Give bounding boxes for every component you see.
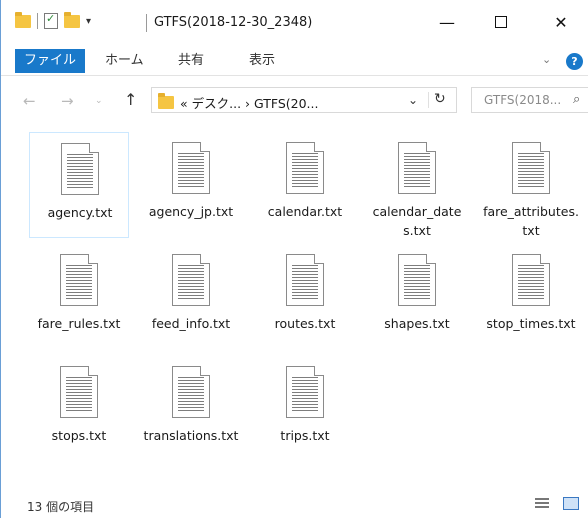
text-file-icon — [512, 142, 550, 194]
text-lines — [518, 153, 544, 189]
minimize-button[interactable]: — — [427, 6, 467, 38]
text-lines — [292, 153, 318, 189]
tab-file[interactable]: ファイル — [15, 49, 86, 73]
text-file-icon — [60, 254, 98, 306]
text-file-icon — [60, 366, 98, 418]
title-bar: ▾ GTFS(2018-12-30_2348) — ✕ — [1, 0, 588, 46]
text-file-icon — [512, 254, 550, 306]
new-folder-icon[interactable] — [64, 11, 80, 28]
file-item[interactable]: shapes.txt — [367, 244, 467, 350]
explorer-window: ▾ GTFS(2018-12-30_2348) — ✕ ファイル ホーム 共有 … — [0, 0, 588, 518]
file-name: routes.txt — [274, 316, 336, 331]
tab-view[interactable]: 表示 — [239, 49, 285, 73]
file-list-view: agency.txt agency_jp.txt calendar.txt calen… — [1, 126, 588, 486]
tab-home[interactable]: ホーム — [95, 49, 154, 73]
title-separator — [146, 14, 147, 32]
file-name: agency.txt — [47, 205, 113, 220]
file-name: fare_attributes.txt — [483, 204, 579, 238]
file-item[interactable]: agency_jp.txt — [141, 132, 241, 238]
help-icon[interactable]: ? — [566, 53, 583, 70]
file-item[interactable]: routes.txt — [255, 244, 355, 350]
file-name: calendar_dates.txt — [372, 204, 462, 238]
close-icon: ✕ — [554, 12, 568, 32]
text-lines — [178, 265, 204, 301]
address-divider — [428, 92, 429, 108]
maximize-icon — [495, 16, 507, 28]
search-icon: ⌕ — [573, 92, 581, 107]
text-file-icon — [172, 366, 210, 418]
file-name: calendar.txt — [267, 204, 343, 219]
close-button[interactable]: ✕ — [541, 6, 581, 38]
file-name: fare_rules.txt — [37, 316, 121, 331]
file-name: stop_times.txt — [486, 316, 576, 331]
file-item[interactable]: stops.txt — [29, 356, 129, 462]
search-placeholder: GTFS(2018... — [484, 93, 562, 107]
folder-icon[interactable] — [15, 11, 31, 28]
minimize-icon: — — [439, 12, 455, 32]
folder-icon — [158, 93, 174, 109]
file-name: shapes.txt — [384, 316, 450, 331]
text-file-icon — [286, 366, 324, 418]
customize-toolbar-dropdown[interactable]: ▾ — [86, 16, 91, 27]
file-item[interactable]: agency.txt — [29, 132, 129, 238]
text-file-icon — [172, 254, 210, 306]
text-lines — [518, 265, 544, 301]
refresh-icon[interactable]: ↻ — [434, 91, 446, 107]
file-name: translations.txt — [143, 428, 239, 443]
file-item[interactable]: calendar_dates.txt — [367, 132, 467, 238]
toolbar-separator — [37, 13, 38, 29]
text-file-icon — [61, 143, 99, 195]
file-name: agency_jp.txt — [148, 204, 234, 219]
text-file-icon — [286, 254, 324, 306]
expand-ribbon-icon[interactable]: ⌄ — [542, 53, 551, 66]
text-lines — [67, 154, 93, 190]
window-title: GTFS(2018-12-30_2348) — [154, 15, 313, 30]
ribbon-tabs: ファイル ホーム 共有 表示 ⌄ ? — [1, 46, 588, 76]
up-arrow-icon[interactable]: ↑ — [124, 90, 137, 109]
text-lines — [292, 377, 318, 413]
tab-share[interactable]: 共有 — [168, 49, 214, 73]
text-lines — [66, 265, 92, 301]
text-lines — [178, 377, 204, 413]
address-bar[interactable]: « デスク... › GTFS(20... ⌄ ↻ — [151, 87, 457, 113]
text-file-icon — [286, 142, 324, 194]
navigation-bar: ← → ⌄ ↑ « デスク... › GTFS(20... ⌄ ↻ GTFS(2… — [1, 76, 588, 126]
file-item[interactable]: fare_attributes.txt — [481, 132, 581, 238]
file-item[interactable]: fare_rules.txt — [29, 244, 129, 350]
file-item[interactable]: stop_times.txt — [481, 244, 581, 350]
maximize-button[interactable] — [481, 6, 521, 38]
recent-locations-icon[interactable]: ⌄ — [95, 96, 103, 106]
file-name: feed_info.txt — [151, 316, 231, 331]
file-item[interactable]: translations.txt — [141, 356, 241, 462]
quick-access-toolbar: ▾ — [15, 11, 91, 29]
text-lines — [404, 153, 430, 189]
text-file-icon — [398, 142, 436, 194]
search-input[interactable]: GTFS(2018... ⌕ — [471, 87, 588, 113]
status-bar: 13 個の項目 — [1, 488, 588, 518]
file-name: trips.txt — [280, 428, 330, 443]
text-file-icon — [172, 142, 210, 194]
text-lines — [178, 153, 204, 189]
file-item[interactable]: feed_info.txt — [141, 244, 241, 350]
text-lines — [404, 265, 430, 301]
text-file-icon — [398, 254, 436, 306]
text-lines — [66, 377, 92, 413]
details-view-icon[interactable] — [535, 498, 549, 510]
properties-icon[interactable] — [44, 12, 58, 29]
text-lines — [292, 265, 318, 301]
file-item[interactable]: trips.txt — [255, 356, 355, 462]
large-icons-view-icon[interactable] — [563, 497, 579, 510]
forward-arrow-icon[interactable]: → — [61, 92, 74, 110]
file-name: stops.txt — [51, 428, 107, 443]
item-count: 13 個の項目 — [27, 500, 95, 514]
file-item[interactable]: calendar.txt — [255, 132, 355, 238]
breadcrumb[interactable]: « デスク... › GTFS(20... — [180, 93, 318, 112]
back-arrow-icon[interactable]: ← — [23, 92, 36, 110]
address-dropdown-icon[interactable]: ⌄ — [408, 93, 418, 107]
